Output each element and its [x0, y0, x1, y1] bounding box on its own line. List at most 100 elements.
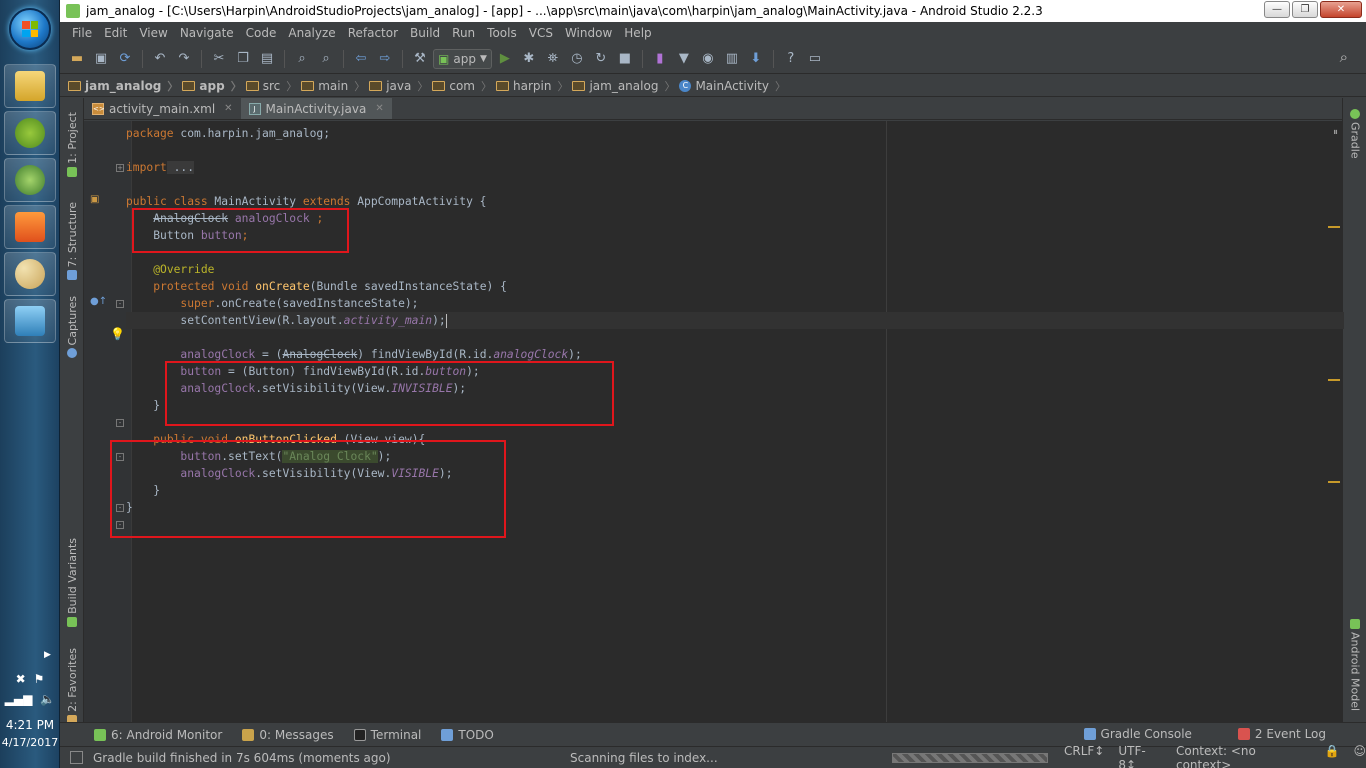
replace-icon[interactable]: ⌕ [315, 48, 337, 70]
breadcrumb-item[interactable]: java 〉 [369, 78, 428, 94]
back-icon[interactable]: ⇦ [350, 48, 372, 70]
taskbar-android-studio[interactable] [4, 158, 56, 202]
line-separator-selector[interactable]: CRLF↕ [1064, 744, 1104, 768]
fold-toggle[interactable]: - [116, 419, 124, 427]
indexing-progress-bar[interactable] [892, 753, 1048, 763]
tool-gradle-console[interactable]: Gradle Console [1083, 727, 1192, 741]
breadcrumb-item[interactable]: harpin 〉 [496, 78, 568, 94]
tool-tab-structure[interactable]: 7: Structure [60, 202, 84, 283]
encoding-selector[interactable]: UTF-8↕ [1118, 744, 1162, 768]
find-icon[interactable]: ⌕ [291, 48, 313, 70]
tab-mainactivity-java[interactable]: J MainActivity.java ✕ [240, 98, 392, 119]
lock-icon[interactable]: 🔒 [1325, 744, 1340, 768]
tool-tab-android-model[interactable]: Android Model [1343, 616, 1366, 711]
code-editor[interactable]: ▣ ●↑ 💡 + - - - - - package com.harpin.ja… [84, 121, 1344, 722]
help-icon[interactable]: ? [780, 48, 802, 70]
menu-window[interactable]: Window [559, 26, 618, 40]
tool-tab-project[interactable]: 1: Project [60, 112, 84, 180]
fold-toggle[interactable]: + [116, 164, 124, 172]
tool-android-monitor[interactable]: 6: Android Monitor [94, 728, 222, 742]
sdk-download-icon[interactable]: ⬇ [745, 48, 767, 70]
inspection-status-icon[interactable]: ⏸ [1333, 127, 1338, 138]
menu-navigate[interactable]: Navigate [174, 26, 240, 40]
close-tab-icon[interactable]: ✕ [224, 103, 232, 114]
debug-icon[interactable]: ✱ [518, 48, 540, 70]
breadcrumb-item[interactable]: jam_analog 〉 [572, 78, 675, 94]
warning-marker[interactable] [1328, 379, 1340, 381]
breadcrumb-item[interactable]: src 〉 [245, 78, 297, 94]
tool-tab-favorites[interactable]: 2: Favorites [60, 648, 84, 728]
tool-tab-captures[interactable]: Captures [60, 296, 84, 361]
menu-build[interactable]: Build [404, 26, 446, 40]
redo-icon[interactable]: ↷ [173, 48, 195, 70]
breadcrumb-item[interactable]: com 〉 [432, 78, 492, 94]
tab-activity-main-xml[interactable]: <> activity_main.xml ✕ [84, 98, 241, 119]
run-config-select[interactable]: ▣ app ▼ [433, 48, 492, 69]
tool-messages[interactable]: 0: Messages [242, 728, 334, 742]
menu-view[interactable]: View [133, 26, 173, 40]
taskbar-qgis[interactable] [4, 111, 56, 155]
run-icon[interactable]: ▶ [494, 48, 516, 70]
profile-icon[interactable]: ◷ [566, 48, 588, 70]
close-tab-icon[interactable]: ✕ [375, 103, 383, 114]
menu-code[interactable]: Code [240, 26, 283, 40]
make-project-icon[interactable]: ⚒ [409, 48, 431, 70]
layout-icon[interactable]: ▭ [804, 48, 826, 70]
menu-tools[interactable]: Tools [481, 26, 523, 40]
clock-date[interactable]: 4/17/2017 [0, 736, 60, 749]
attach-debugger-icon[interactable]: ⛯ [542, 48, 564, 70]
indexing-status[interactable]: Scanning files to index... [570, 751, 718, 765]
restore-button[interactable]: ❐ [1292, 1, 1318, 18]
breadcrumb-item[interactable]: app 〉 [182, 78, 242, 94]
tool-terminal[interactable]: Terminal [353, 728, 421, 742]
error-stripe[interactable]: ⏸ [1326, 121, 1340, 722]
override-marker-icon[interactable]: ●↑ [90, 296, 107, 307]
menu-file[interactable]: File [66, 26, 98, 40]
menu-analyze[interactable]: Analyze [282, 26, 341, 40]
apply-changes-icon[interactable]: ↻ [590, 48, 612, 70]
start-button[interactable] [9, 8, 51, 50]
tool-tab-gradle[interactable]: Gradle [1343, 106, 1366, 159]
clock-time[interactable]: 4:21 PM [0, 718, 60, 732]
android-device-monitor-icon[interactable]: ◉ [697, 48, 719, 70]
tool-tab-build-variants[interactable]: Build Variants [60, 538, 84, 630]
forward-icon[interactable]: ⇨ [374, 48, 396, 70]
menu-refactor[interactable]: Refactor [342, 26, 404, 40]
sync-icon[interactable]: ⟳ [114, 48, 136, 70]
taskbar-photo-viewer[interactable] [4, 299, 56, 343]
stop-icon[interactable]: ■ [614, 48, 636, 70]
network-x-icon[interactable]: ✖ [16, 672, 26, 686]
search-everywhere-icon[interactable]: ⌕ [1340, 48, 1348, 66]
action-center-icon[interactable]: ⚑ [34, 672, 45, 686]
taskbar-uc-browser[interactable] [4, 205, 56, 249]
breadcrumb-item[interactable]: C MainActivity 〉 [679, 78, 786, 94]
taskbar-paint[interactable] [4, 252, 56, 296]
menu-vcs[interactable]: VCS [523, 26, 559, 40]
taskbar-explorer[interactable] [4, 64, 56, 108]
tool-event-log[interactable]: 2 Event Log [1237, 727, 1326, 741]
menu-edit[interactable]: Edit [98, 26, 133, 40]
project-structure-icon[interactable]: ▥ [721, 48, 743, 70]
volume-icon[interactable]: 🔈 [40, 692, 55, 706]
inspector-icon[interactable]: ☺ [1353, 744, 1366, 768]
context-indicator[interactable]: Context: <no context> [1176, 744, 1311, 768]
close-button[interactable]: ✕ [1320, 1, 1362, 18]
undo-icon[interactable]: ↶ [149, 48, 171, 70]
lightbulb-icon[interactable]: 💡 [110, 327, 125, 341]
save-all-icon[interactable]: ▣ [90, 48, 112, 70]
menu-run[interactable]: Run [446, 26, 481, 40]
signal-icon[interactable]: ▂▄▆ [5, 692, 33, 706]
fold-toggle[interactable]: - [116, 300, 124, 308]
breadcrumb-item[interactable]: jam_analog 〉 [68, 78, 178, 94]
warning-marker[interactable] [1328, 481, 1340, 483]
cut-icon[interactable]: ✂ [208, 48, 230, 70]
show-hidden-icons-icon[interactable]: ▶ [44, 650, 51, 660]
open-folder-icon[interactable]: ▬ [66, 48, 88, 70]
paste-icon[interactable]: ▤ [256, 48, 278, 70]
warning-marker[interactable] [1328, 226, 1340, 228]
sdk-manager-icon[interactable]: ▼ [673, 48, 695, 70]
minimize-button[interactable]: — [1264, 1, 1290, 18]
toggle-tool-windows-icon[interactable] [70, 751, 83, 764]
menu-help[interactable]: Help [618, 26, 657, 40]
copy-icon[interactable]: ❐ [232, 48, 254, 70]
